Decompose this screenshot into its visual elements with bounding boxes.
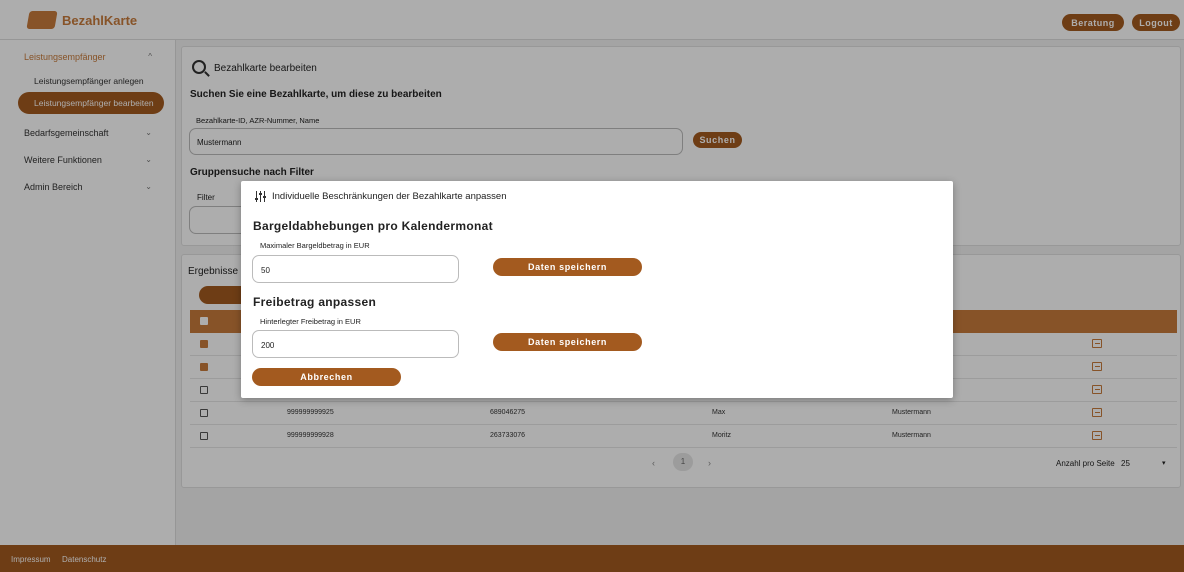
max-cash-label: Maximaler Bargeldbetrag in EUR [260,241,370,250]
cash-withdrawal-heading: Bargeldabhebungen pro Kalendermonat [253,219,493,233]
freibetrag-label: Hinterlegter Freibetrag in EUR [260,317,361,326]
cancel-button[interactable]: Abbrechen [252,368,401,386]
max-cash-input[interactable]: 50 [252,255,459,283]
sliders-icon [255,191,266,202]
save-freibetrag-button[interactable]: Daten speichern [493,333,642,351]
freibetrag-heading: Freibetrag anpassen [253,295,377,309]
freibetrag-value: 200 [261,341,275,350]
save-cash-button[interactable]: Daten speichern [493,258,642,276]
restrictions-modal: Individuelle Beschränkungen der Bezahlka… [241,181,953,398]
max-cash-value: 50 [261,266,270,275]
freibetrag-input[interactable]: 200 [252,330,459,358]
modal-title: Individuelle Beschränkungen der Bezahlka… [272,191,507,202]
